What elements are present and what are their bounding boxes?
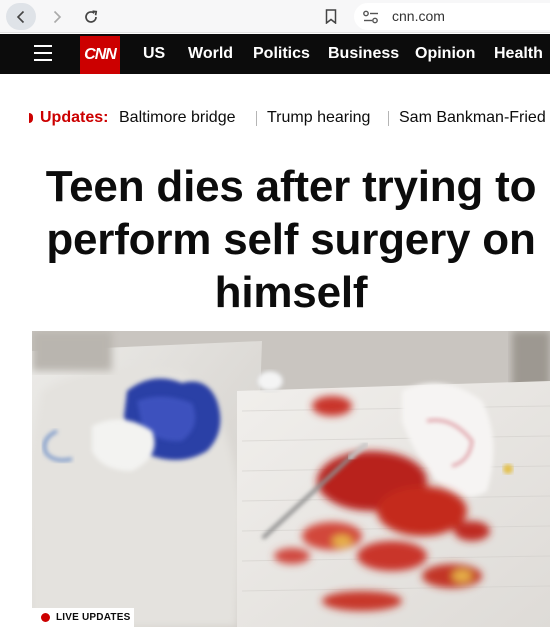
- forward-arrow-icon: [53, 10, 62, 23]
- bookmark-icon: [325, 9, 337, 24]
- ticker-item-baltimore-bridge[interactable]: Baltimore bridge: [119, 109, 236, 127]
- nav-opinion[interactable]: Opinion: [415, 45, 475, 63]
- address-bar[interactable]: cnn.com: [354, 3, 550, 30]
- nav-health[interactable]: Health: [494, 45, 543, 63]
- nav-world[interactable]: World: [188, 45, 233, 63]
- back-arrow-icon: [16, 10, 25, 23]
- back-button[interactable]: [6, 3, 36, 30]
- live-dot-icon: [41, 613, 50, 622]
- browser-toolbar: cnn.com: [0, 0, 550, 33]
- ticker-divider: [256, 111, 257, 126]
- nav-business[interactable]: Business: [328, 45, 399, 63]
- hero-photo: [32, 331, 550, 627]
- live-updates-label: LIVE UPDATES: [56, 612, 131, 623]
- menu-icon[interactable]: [34, 45, 52, 62]
- reload-button[interactable]: [76, 3, 106, 30]
- ticker-divider: [388, 111, 389, 126]
- hero-image[interactable]: [32, 331, 550, 627]
- bookmark-button[interactable]: [318, 3, 344, 30]
- live-updates-badge: LIVE UPDATES: [32, 608, 134, 627]
- cnn-logo[interactable]: CNN: [80, 36, 120, 74]
- ticker-item-trump-hearing[interactable]: Trump hearing: [267, 109, 370, 127]
- site-header: CNN US World Politics Business Opinion H…: [0, 34, 550, 74]
- updates-ticker: Updates: Baltimore bridge Trump hearing …: [0, 108, 550, 130]
- reload-icon: [85, 9, 98, 23]
- ticker-label: Updates:: [40, 109, 109, 126]
- site-info-icon[interactable]: [362, 9, 380, 25]
- ticker-item-sam-bankman-fried[interactable]: Sam Bankman-Fried: [399, 109, 546, 127]
- nav-politics[interactable]: Politics: [253, 45, 310, 63]
- ticker-bullet-icon: [29, 113, 33, 123]
- nav-us[interactable]: US: [143, 45, 165, 63]
- forward-button[interactable]: [42, 3, 72, 30]
- article-headline[interactable]: Teen dies after trying to perform self s…: [32, 160, 550, 319]
- url-text: cnn.com: [392, 8, 445, 24]
